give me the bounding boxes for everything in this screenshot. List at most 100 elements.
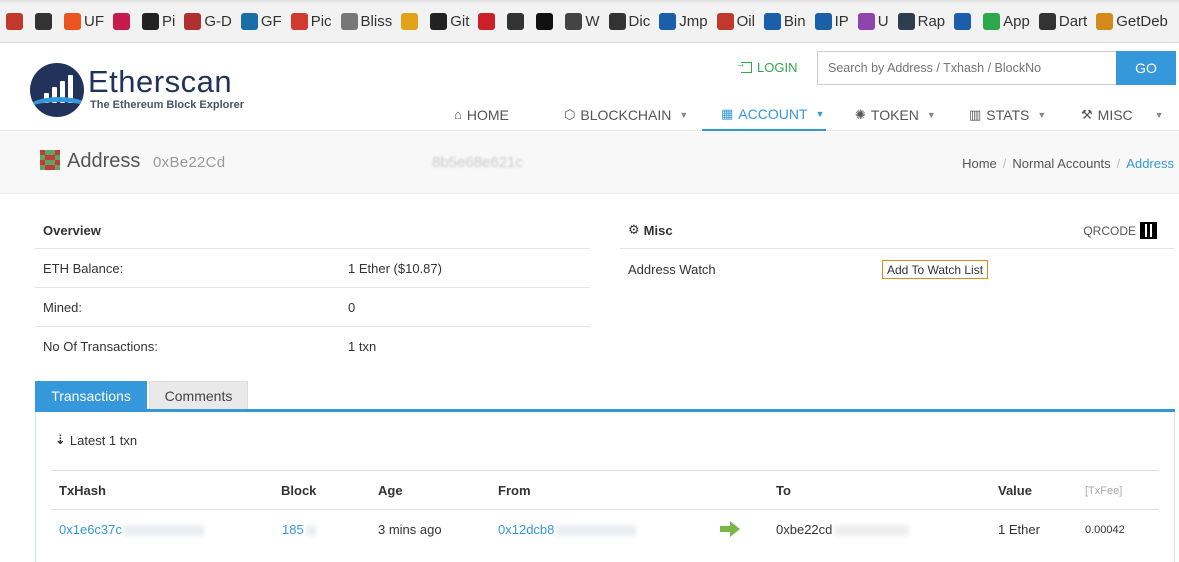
bookmark-item[interactable] — [478, 10, 498, 32]
bookmark-item[interactable] — [507, 10, 527, 32]
column-from: From — [498, 483, 531, 498]
breadcrumb-home[interactable]: Home — [962, 156, 997, 171]
face-icon — [35, 12, 52, 30]
jump-icon — [659, 12, 677, 30]
bookmark-label: Pi — [162, 12, 176, 30]
column-block: Block — [281, 483, 317, 498]
bookmark-item[interactable]: GF — [240, 10, 282, 32]
bookmark-item[interactable]: Dic — [608, 10, 651, 32]
transactions-summary-label: Latest 1 txn — [69, 432, 138, 448]
bookmark-item[interactable]: Jmp — [659, 10, 708, 32]
bookmark-label: UF — [84, 12, 104, 30]
search-input[interactable] — [817, 51, 1117, 85]
bookmark-item[interactable]: Oil — [716, 10, 755, 32]
go-button[interactable]: GO — [1116, 51, 1176, 85]
from-value: 0x12dcb8 — [498, 522, 555, 537]
book-icon — [184, 12, 202, 30]
bookmark-label: Bliss — [360, 12, 393, 30]
nav-account[interactable]: ▦ ACCOUNT ▼ — [702, 98, 826, 131]
overview-heading: Overview — [35, 212, 590, 249]
address-suffix: 8b5e68e621c — [432, 154, 523, 171]
penguin-icon — [142, 12, 159, 30]
grid-icon — [6, 12, 23, 30]
value-value: 1 Ether — [998, 522, 1040, 537]
age-value: 3 mins ago — [378, 522, 442, 537]
bookmark-item[interactable]: IP — [814, 10, 849, 32]
overview-row: Mined: 0 — [35, 289, 590, 327]
bookmark-label: IP — [834, 12, 849, 30]
add-to-watch-list-button[interactable]: Add To Watch List — [882, 260, 989, 279]
nav-blockchain[interactable]: ⬡ BLOCKCHAIN ▼ — [564, 98, 688, 131]
nav-home[interactable]: ⌂ HOME — [454, 98, 509, 131]
plus-icon — [857, 12, 875, 30]
overview-value: 1 Ether ($10.87) — [348, 261, 442, 276]
bookmark-item[interactable] — [536, 10, 556, 32]
login-link[interactable]: LOGIN — [735, 58, 797, 75]
breadcrumb-current: Address — [1126, 156, 1174, 171]
nav-misc[interactable]: ⚒ MISC ▼ — [1081, 98, 1164, 131]
login-icon — [735, 58, 752, 73]
github-icon — [430, 12, 448, 30]
bookmark-item[interactable] — [35, 10, 55, 32]
home-icon: ⌂ — [454, 107, 462, 122]
nav-account-label: ACCOUNT — [738, 105, 808, 122]
misc-heading-label: Misc — [643, 222, 673, 238]
pic-icon — [290, 12, 308, 30]
breadcrumb: Home / Normal Accounts / Address — [962, 156, 1174, 171]
chevron-down-icon: ▼ — [815, 108, 825, 119]
tab-comments[interactable]: Comments — [149, 381, 248, 410]
bookmark-label: W — [585, 12, 600, 30]
from-link[interactable]: 0x12dcb8 — [498, 522, 637, 537]
bookmark-item[interactable]: App — [983, 10, 1030, 32]
bookmark-label: App — [1003, 12, 1030, 30]
qrcode-label: QRCODE — [1083, 223, 1136, 238]
txhash-link[interactable]: 0x1e6c37c — [59, 522, 204, 537]
chevron-down-icon: ▼ — [1154, 109, 1164, 120]
nav-token[interactable]: ✺ TOKEN ▼ — [855, 98, 936, 131]
bookmark-item[interactable]: Bliss — [340, 10, 393, 32]
qrcode-link[interactable]: QRCODE — [1083, 222, 1157, 239]
breadcrumb-normal-accounts[interactable]: Normal Accounts — [1012, 156, 1110, 171]
chevron-down-icon: ▼ — [1037, 109, 1047, 120]
bookmark-item[interactable]: G-D — [184, 10, 232, 32]
bookmark-label: G-D — [204, 12, 232, 30]
logo-subtitle: The Ethereum Block Explorer — [90, 99, 245, 111]
bookmark-item[interactable]: W — [565, 10, 600, 32]
overview-key: ETH Balance: — [43, 261, 124, 276]
etherscan-logo[interactable]: Etherscan The Ethereum Block Explorer — [28, 61, 268, 121]
bookmark-item[interactable] — [401, 10, 421, 32]
transactions-summary: ⇣ Latest 1 txn — [55, 432, 137, 448]
bookmark-item[interactable]: Git — [430, 10, 469, 32]
bookmark-item[interactable]: Pic — [290, 10, 332, 32]
table-header-divider — [51, 509, 1159, 510]
bookmark-item[interactable]: Bin — [763, 10, 806, 32]
bookmark-item[interactable]: Rap — [897, 10, 946, 32]
bookmark-item[interactable] — [6, 10, 26, 32]
bbc-icon — [507, 12, 525, 30]
pinterest-icon — [478, 12, 496, 30]
bookmark-item[interactable]: UF — [64, 10, 104, 32]
txfee-value: 0.00042 — [1085, 524, 1125, 536]
overview-row: No Of Transactions: 1 txn — [35, 327, 590, 365]
bookmark-item[interactable]: Pi — [142, 10, 175, 32]
qrcode-icon — [1140, 222, 1157, 239]
bookmark-item[interactable] — [113, 10, 133, 32]
nav-stats[interactable]: ▥ STATS ▼ — [969, 98, 1046, 131]
nav-stats-label: STATS — [986, 106, 1030, 123]
bookmark-label: Rap — [917, 12, 946, 30]
bookmark-label: Jmp — [679, 12, 708, 30]
grid-icon: ▦ — [721, 105, 734, 121]
gears-icon: ⚙ — [628, 222, 640, 237]
bookmark-label: Dic — [628, 12, 651, 30]
bookmark-item[interactable]: U — [857, 10, 889, 32]
bookmark-item[interactable] — [954, 10, 974, 32]
nav-misc-label: MISC — [1097, 106, 1133, 123]
to-value-text: 0xbe22cd — [776, 522, 833, 537]
bookmark-label: GetDeb — [1116, 12, 1168, 30]
column-txhash: TxHash — [59, 483, 106, 498]
page-title: Address — [67, 150, 141, 172]
bookmark-item[interactable]: GetDeb — [1096, 10, 1168, 32]
tab-transactions[interactable]: Transactions — [35, 381, 147, 410]
block-link[interactable]: 185 — [282, 522, 316, 537]
bookmark-item[interactable]: Dart — [1038, 10, 1087, 32]
